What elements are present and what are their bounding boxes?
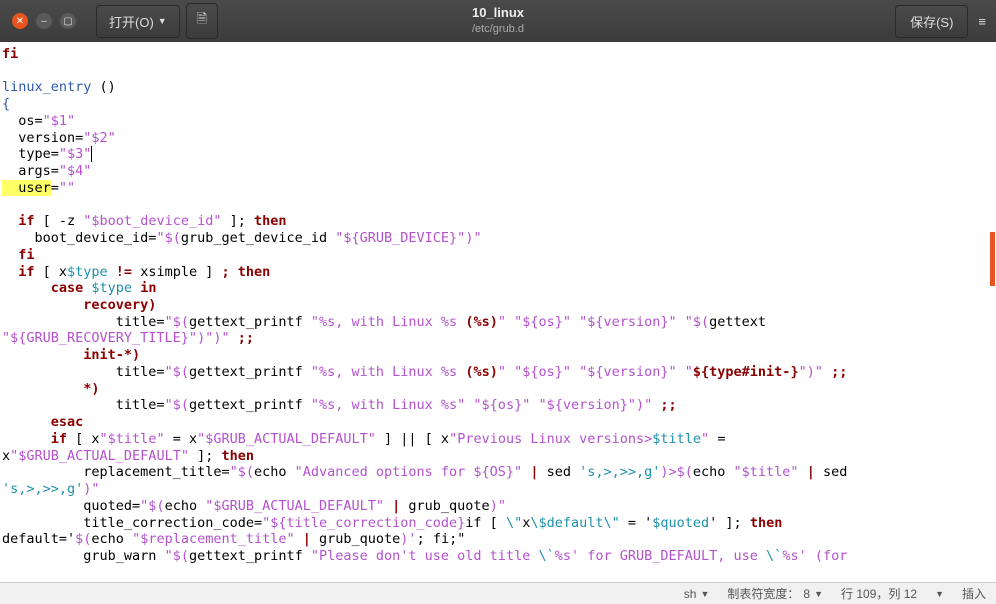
cursor-position[interactable]: 行 109，列 12 <box>841 585 917 602</box>
chevron-down-icon: ▼ <box>814 589 823 599</box>
open-button[interactable]: 打开(O) ▼ <box>96 5 180 38</box>
new-document-button[interactable]: 🗎 <box>186 3 218 39</box>
document-title: 10_linux <box>472 5 524 22</box>
code-editor[interactable]: fi linux_entry () { os="$1" version="$2"… <box>0 42 996 582</box>
open-label: 打开(O) <box>109 12 154 31</box>
document-path: /etc/grub.d <box>472 22 524 36</box>
maximize-icon[interactable]: ▢ <box>60 13 76 29</box>
chevron-down-icon: ▼ <box>700 589 709 599</box>
window-controls: ✕ – ▢ <box>0 13 88 29</box>
title-area: 10_linux /etc/grub.d <box>472 5 524 36</box>
hamburger-menu-icon[interactable]: ≡ <box>978 14 986 29</box>
statusbar: sh ▼ 制表符宽度：8 ▼ 行 109，列 12 ▼ 插入 <box>0 582 996 604</box>
chevron-down-icon: ▼ <box>935 589 944 599</box>
scrollbar-thumb[interactable] <box>990 232 995 286</box>
tab-width-selector[interactable]: 制表符宽度：8 ▼ <box>727 585 823 602</box>
minimize-icon[interactable]: – <box>36 13 52 29</box>
save-button[interactable]: 保存(S) <box>895 5 968 38</box>
close-icon[interactable]: ✕ <box>12 13 28 29</box>
new-doc-icon: 🗎 <box>197 11 207 26</box>
chevron-down-icon: ▼ <box>158 16 167 26</box>
language-selector[interactable]: sh ▼ <box>684 587 710 601</box>
titlebar: ✕ – ▢ 打开(O) ▼ 🗎 10_linux /etc/grub.d 保存(… <box>0 0 996 42</box>
insert-mode[interactable]: 插入 <box>962 585 986 602</box>
